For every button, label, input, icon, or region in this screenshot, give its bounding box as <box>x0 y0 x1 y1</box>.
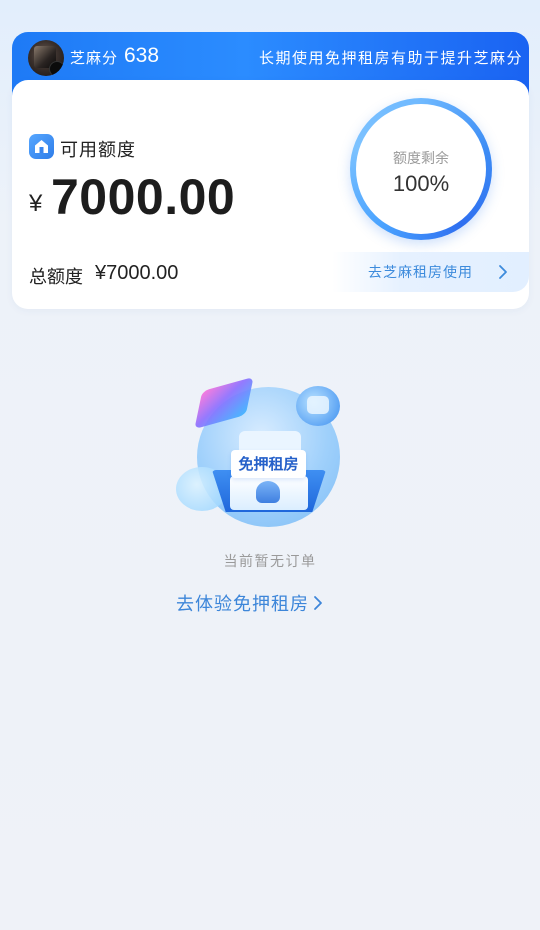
try-rental-label: 去体验免押租房 <box>176 594 309 615</box>
avatar[interactable] <box>28 40 64 76</box>
ring-center: 额度剩余 100% <box>356 104 486 234</box>
illustration-tag: 免押租房 <box>231 450 306 478</box>
illustration-house-icon <box>256 481 280 503</box>
credit-remaining-ring: 额度剩余 100% <box>350 98 492 240</box>
available-credit-label: 可用额度 <box>60 140 136 161</box>
zhima-score-label: 芝麻分 <box>70 49 119 67</box>
zhima-score-value: 638 <box>124 44 160 67</box>
use-zhima-rental-link[interactable]: 去芝麻租房使用 <box>332 252 529 292</box>
empty-order-message: 当前暂无订单 <box>223 554 317 570</box>
total-credit-label: 总额度 <box>29 267 83 288</box>
try-rental-link[interactable]: 去体验免押租房 <box>176 590 323 616</box>
total-credit-amount: ¥7000.00 <box>95 262 179 284</box>
house-icon <box>29 134 54 159</box>
card-bubble-icon <box>296 386 340 426</box>
ring-label: 额度剩余 <box>393 151 449 167</box>
currency-symbol: ¥ <box>29 190 43 217</box>
use-link-label: 去芝麻租房使用 <box>368 265 473 281</box>
chevron-right-icon <box>314 596 322 610</box>
available-credit-amount: 7000.00 <box>51 169 236 225</box>
ring-percentage: 100% <box>392 171 450 196</box>
chevron-right-icon <box>499 265 507 279</box>
avatar-badge <box>49 61 64 76</box>
banner-tip: 长期使用免押租房有助于提升芝麻分 <box>258 49 523 67</box>
